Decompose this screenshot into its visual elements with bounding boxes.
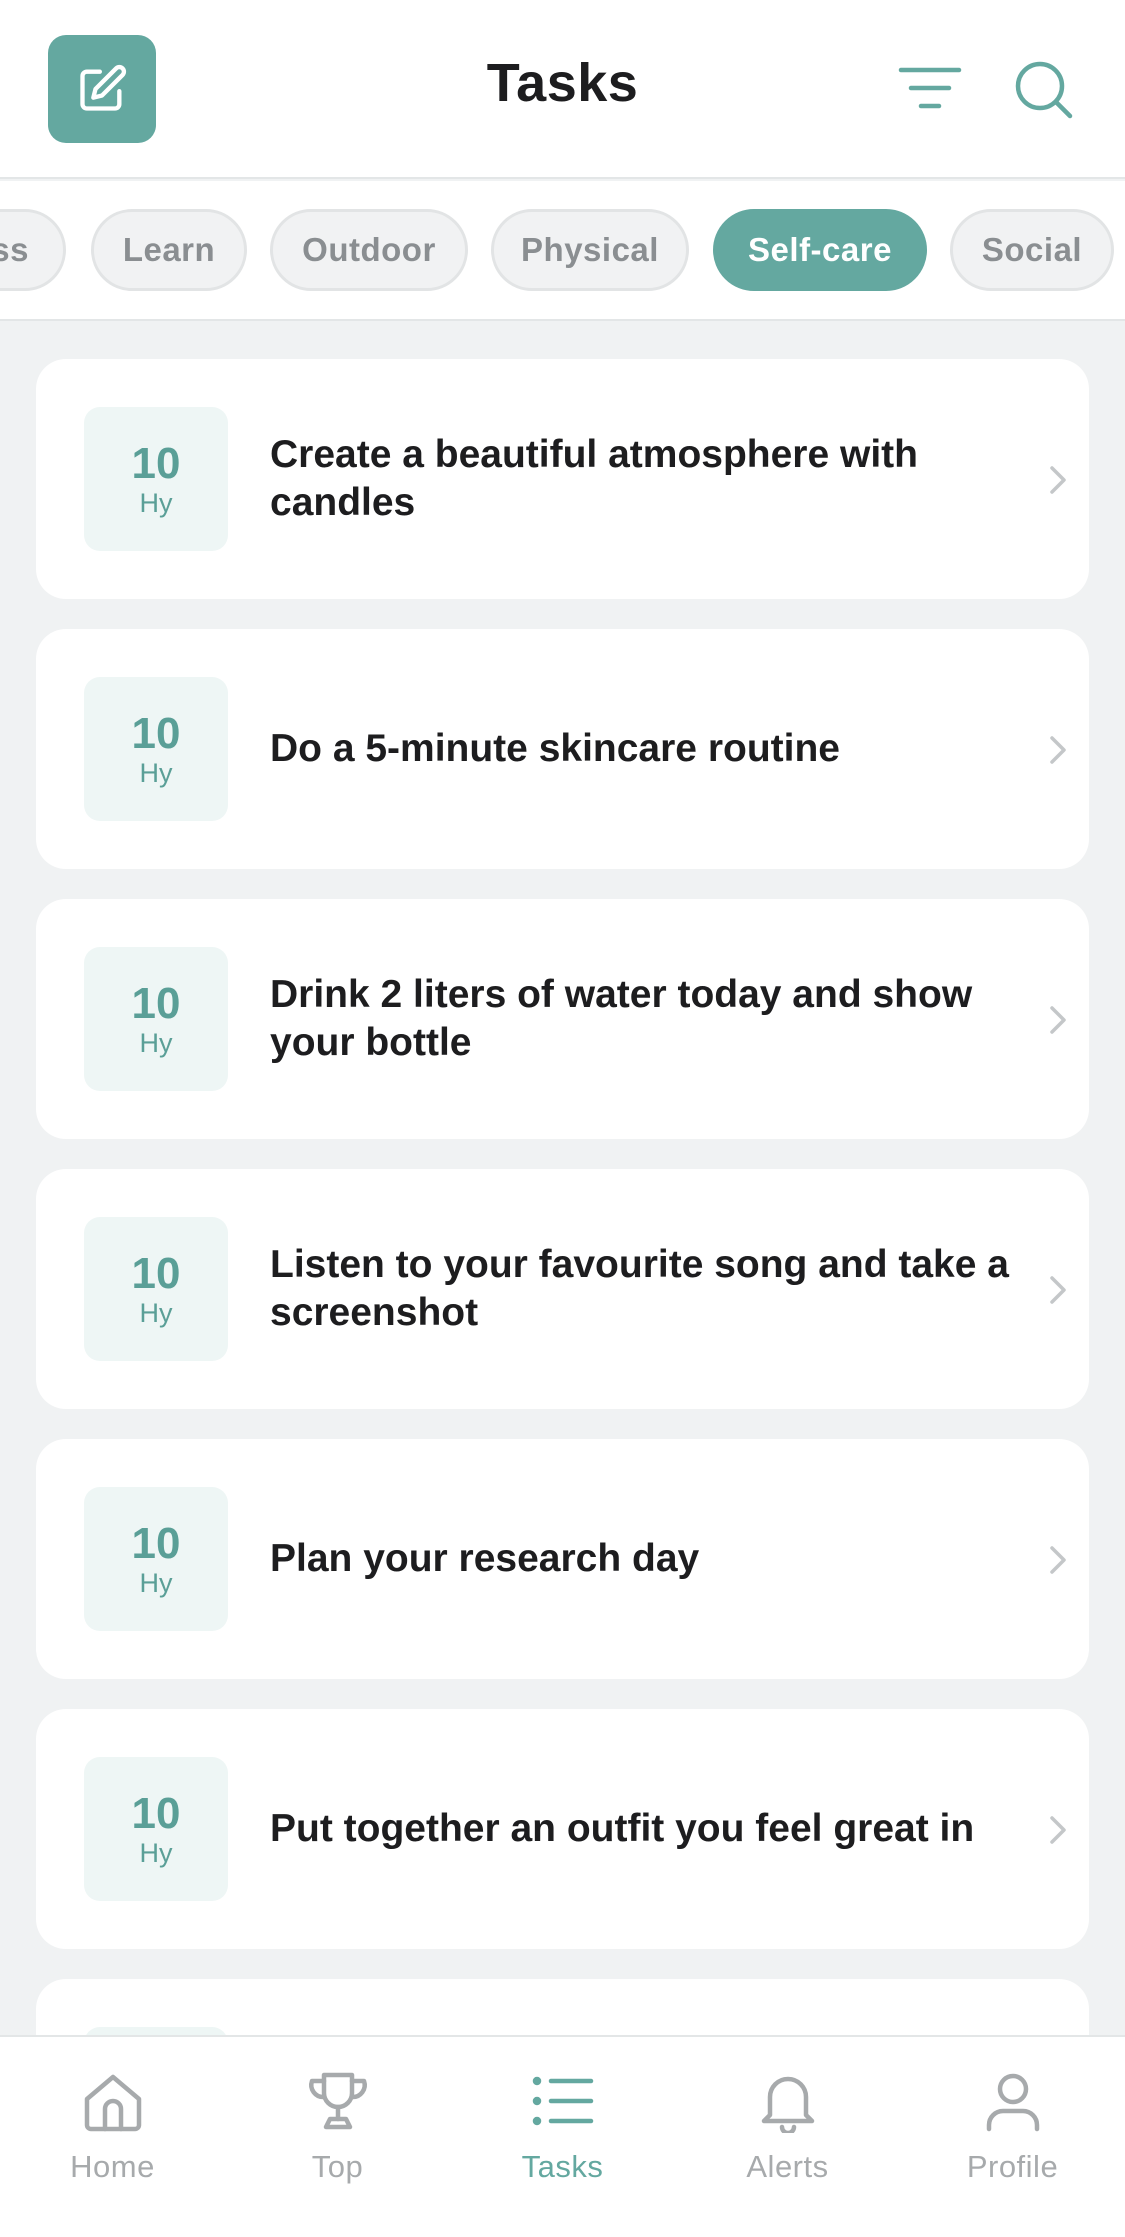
app-header: Tasks [0,0,1125,179]
tab-label: Top [311,2149,364,2184]
task-title: Do a 5-minute skincare routine [270,727,840,770]
category-chip-physical[interactable]: Physical [491,209,689,291]
points-badge: 10 Hy [84,1217,228,1361]
points-value: 10 [131,1519,181,1568]
tab-label: Tasks [521,2149,604,2184]
points-value: 10 [131,439,181,488]
points-badge [84,2027,228,2035]
points-unit: Hy [139,1838,173,1868]
bottom-tab-bar: Home Top Tasks Alerts Profile [0,2035,1125,2237]
points-badge: 10 Hy [84,1487,228,1631]
filter-icon [898,67,962,109]
tab-label: Profile [966,2149,1059,2184]
chevron-right-icon [1050,466,1066,494]
tab-alerts[interactable]: Alerts [675,2065,900,2205]
task-title: Plan your research day [270,1537,700,1580]
points-unit: Hy [139,488,173,518]
task-title: Create a beautiful atmosphere with candl… [270,433,918,524]
tab-home[interactable]: Home [0,2065,225,2205]
points-value: 10 [131,1249,181,1298]
category-chip-self-care[interactable]: Self-care [713,209,927,291]
filter-button[interactable] [895,60,965,116]
chevron-right-icon [1050,1006,1066,1034]
tab-label: Alerts [746,2149,829,2184]
task-card[interactable]: 10 Hy Plan your research day [36,1439,1089,1679]
points-unit: Hy [139,1298,173,1328]
category-chip-social[interactable]: Social [950,209,1114,291]
task-card[interactable]: 10 Hy Put together an outfit you feel gr… [36,1709,1089,1949]
category-chip-partial[interactable]: ss [0,209,66,291]
home-icon [84,2074,141,2132]
points-unit: Hy [139,1028,173,1058]
task-card[interactable]: 10 Hy Do a 5-minute skincare routine [36,629,1089,869]
task-title: Put together an outfit you feel great in [270,1807,975,1850]
task-card-partial[interactable] [36,1979,1089,2035]
trophy-icon [308,2072,367,2130]
task-title [270,1979,1010,2035]
category-chip-learn[interactable]: Learn [91,209,247,291]
task-title: Listen to your favourite song and take a… [270,1243,1009,1334]
points-value: 10 [131,979,181,1028]
points-badge: 10 Hy [84,407,228,551]
category-chip-outdoor[interactable]: Outdoor [270,209,468,291]
user-icon [986,2073,1039,2132]
task-card[interactable]: 10 Hy Listen to your favourite song and … [36,1169,1089,1409]
task-title: Drink 2 liters of water today and show y… [270,973,973,1064]
chevron-right-icon [1050,1816,1066,1844]
bell-icon [761,2076,814,2133]
points-badge: 10 Hy [84,677,228,821]
points-value: 10 [131,1789,181,1838]
task-card[interactable]: 10 Hy Create a beautiful atmosphere with… [36,359,1089,599]
tab-label: Home [70,2149,155,2184]
points-unit: Hy [139,758,173,788]
points-badge: 10 Hy [84,947,228,1091]
search-icon [1015,61,1073,119]
search-button[interactable] [1012,58,1076,122]
chevron-right-icon [1050,736,1066,764]
category-filter-bar: ss Learn Outdoor Physical Self-care Soci… [0,181,1125,321]
points-value: 10 [131,709,181,758]
task-card[interactable]: 10 Hy Drink 2 liters of water today and … [36,899,1089,1139]
points-unit: Hy [139,1568,173,1598]
tab-profile[interactable]: Profile [900,2065,1125,2205]
tab-tasks[interactable]: Tasks [450,2065,675,2205]
points-badge: 10 Hy [84,1757,228,1901]
chevron-right-icon [1050,1276,1066,1304]
chevron-right-icon [1050,1546,1066,1574]
tab-top[interactable]: Top [225,2065,450,2205]
task-list: 10 Hy Create a beautiful atmosphere with… [0,323,1125,2035]
list-icon [532,2076,593,2126]
